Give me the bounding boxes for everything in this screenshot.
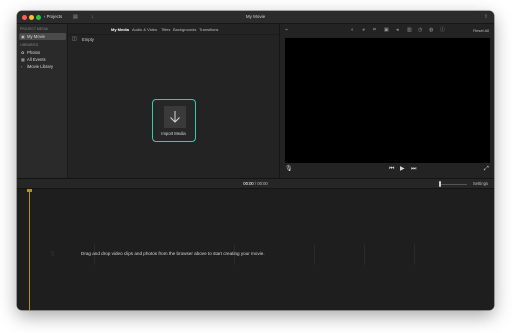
stabilization-icon[interactable]: ▣ [384, 27, 389, 34]
project-media-header: PROJECT MEDIA [20, 27, 48, 31]
track-segment [414, 244, 415, 265]
sidebar-item-all-events[interactable]: ▦ All Events [19, 56, 66, 63]
close-window-button[interactable] [22, 15, 27, 20]
empty-label: Empty [82, 37, 94, 42]
tab-titles[interactable]: Titles [161, 27, 170, 32]
timeline-settings-button[interactable]: Settings [473, 180, 488, 188]
sidebar-toggle-icon[interactable]: ◫ [72, 35, 77, 44]
info-icon[interactable]: ⓘ [440, 27, 445, 34]
magic-wand-icon[interactable]: ⌁ [285, 27, 288, 34]
import-media-button[interactable]: Import Media [152, 99, 196, 142]
playhead[interactable] [29, 189, 30, 310]
tab-transitions[interactable]: Transitions [199, 27, 218, 32]
imovie-window: ‹ Projects ▤ ↓ My Movie ⇧ PROJECT MEDIA … [17, 11, 494, 310]
zoom-slider-track[interactable] [439, 184, 467, 185]
window-title: My Movie [245, 14, 266, 19]
track-segment [314, 244, 315, 265]
sidebar-item-photos[interactable]: ✿ Photos [19, 49, 66, 56]
track-segment [364, 244, 365, 265]
media-layout-icon[interactable]: ▤ [73, 13, 78, 21]
clip-placeholder-icon: ▯ [51, 251, 54, 257]
tab-my-media[interactable]: My Media [111, 27, 129, 32]
sidebar-item-imovie-library[interactable]: › iMovie Library [19, 63, 66, 70]
fullscreen-icon[interactable]: ⤢ [484, 165, 489, 173]
color-correction-icon[interactable]: ◕ [362, 27, 365, 34]
adjustments-toolbar: ⌁ ◐ ◕ ⌗ ▣ ◂ ▥ ◷ ◍ ⓘ Reset All [280, 24, 494, 37]
timeline-drop-hint: Drag and drop video clips and photos fro… [81, 251, 265, 256]
projects-back-button[interactable]: ‹ Projects [44, 13, 62, 21]
skip-back-icon[interactable]: ⏮ [389, 165, 394, 173]
timecode: 00:00 / 00:00 [17, 180, 494, 188]
import-arrow-icon[interactable]: ↓ [91, 13, 94, 21]
volume-icon[interactable]: ◂ [396, 27, 399, 34]
noise-reduction-icon[interactable]: ▥ [407, 27, 412, 34]
import-media-label: Import Media [161, 131, 186, 136]
filter-icon[interactable]: ◍ [429, 27, 433, 34]
color-balance-icon[interactable]: ◐ [351, 27, 354, 34]
media-browser: My Media Audio & Video Titles Background… [69, 24, 279, 178]
total-time: 00:00 [257, 181, 268, 186]
zoom-slider-knob[interactable] [439, 181, 441, 187]
current-time: 00:00 [243, 181, 254, 186]
skip-forward-icon[interactable]: ⏭ [411, 165, 416, 173]
browser-tabs: My Media Audio & Video Titles Background… [69, 24, 279, 35]
microphone-icon[interactable]: 🎙 [285, 165, 293, 173]
sidebar-item-my-movie[interactable]: ▣ My Movie [19, 33, 66, 40]
share-icon[interactable]: ⇧ [484, 13, 488, 21]
libraries-header: LIBRARIES [20, 43, 39, 47]
fullscreen-window-button[interactable] [36, 15, 41, 20]
title-bar: ‹ Projects ▤ ↓ My Movie ⇧ [17, 11, 494, 24]
timeline-header: 00:00 / 00:00 Settings [17, 178, 494, 189]
import-tile [164, 106, 186, 128]
viewer-pane: ⌁ ◐ ◕ ⌗ ▣ ◂ ▥ ◷ ◍ ⓘ Reset All 🎙 ⏮ ▶ ⏭ ⤢ [280, 24, 494, 178]
library-sidebar: PROJECT MEDIA ▣ My Movie LIBRARIES ✿ Photo… [17, 24, 68, 178]
timeline[interactable]: ▯ Drag and drop video clips and photos f… [17, 189, 494, 310]
tab-audio-video[interactable]: Audio & Video [132, 27, 157, 32]
minimize-window-button[interactable] [29, 15, 34, 20]
tab-backgrounds[interactable]: Backgrounds [173, 27, 196, 32]
crop-icon[interactable]: ⌗ [373, 27, 376, 34]
speed-icon[interactable]: ◷ [418, 27, 422, 34]
playhead-handle[interactable] [27, 189, 32, 192]
download-arrow-icon [170, 111, 180, 123]
reset-all-button[interactable]: Reset All [473, 27, 489, 34]
play-icon[interactable]: ▶ [400, 165, 405, 173]
time-separator: / [254, 181, 257, 186]
video-preview [285, 38, 490, 163]
